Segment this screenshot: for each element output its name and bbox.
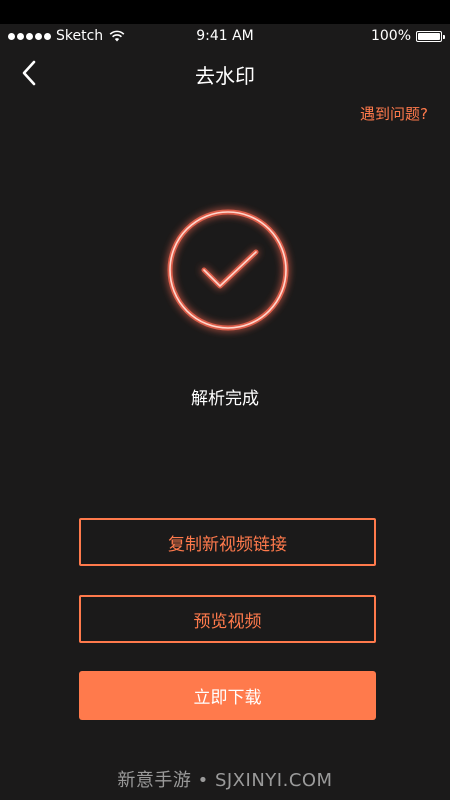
screen: Sketch 9:41 AM 100% 去水印 遇到问题? 解析完成 复制新视频… [0, 0, 450, 800]
battery-percent: 100% [370, 28, 411, 44]
status-bar: Sketch 9:41 AM 100% [0, 24, 450, 48]
status-right: 100% [370, 28, 445, 44]
parse-status-text: 解析完成 [191, 389, 259, 409]
nav-bar: 去水印 [0, 48, 450, 98]
battery-fill [418, 32, 440, 40]
preview-video-button[interactable]: 预览视频 [79, 595, 376, 643]
copy-link-button[interactable]: 复制新视频链接 [79, 518, 376, 566]
help-link[interactable]: 遇到问题? [360, 103, 428, 124]
footer-watermark: 新意手游 • SJXINYI.COM [117, 770, 333, 791]
battery-icon [416, 30, 445, 42]
download-button[interactable]: 立即下载 [79, 671, 376, 720]
top-black-band [0, 0, 450, 24]
check-circle-icon [148, 190, 308, 350]
page-title: 去水印 [195, 64, 255, 88]
